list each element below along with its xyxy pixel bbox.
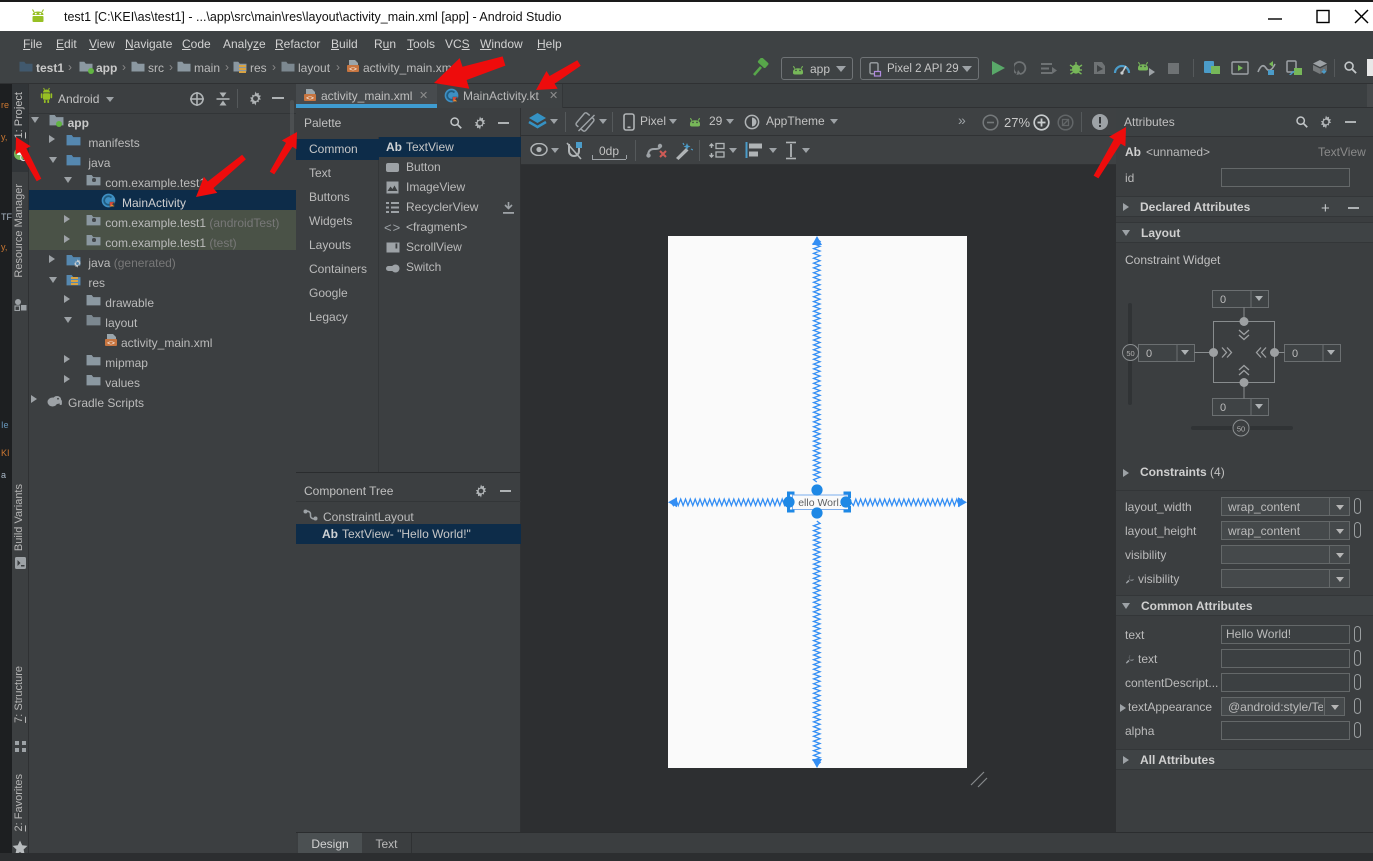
svg-text:50: 50	[1237, 425, 1245, 434]
svg-text:0: 0	[1146, 348, 1152, 360]
svg-text:50: 50	[1126, 349, 1134, 358]
svg-text:0: 0	[1220, 402, 1226, 414]
svg-text:0: 0	[1292, 348, 1298, 360]
svg-text:0: 0	[1220, 294, 1226, 306]
svg-text:ello Worl.: ello Worl.	[798, 497, 842, 509]
